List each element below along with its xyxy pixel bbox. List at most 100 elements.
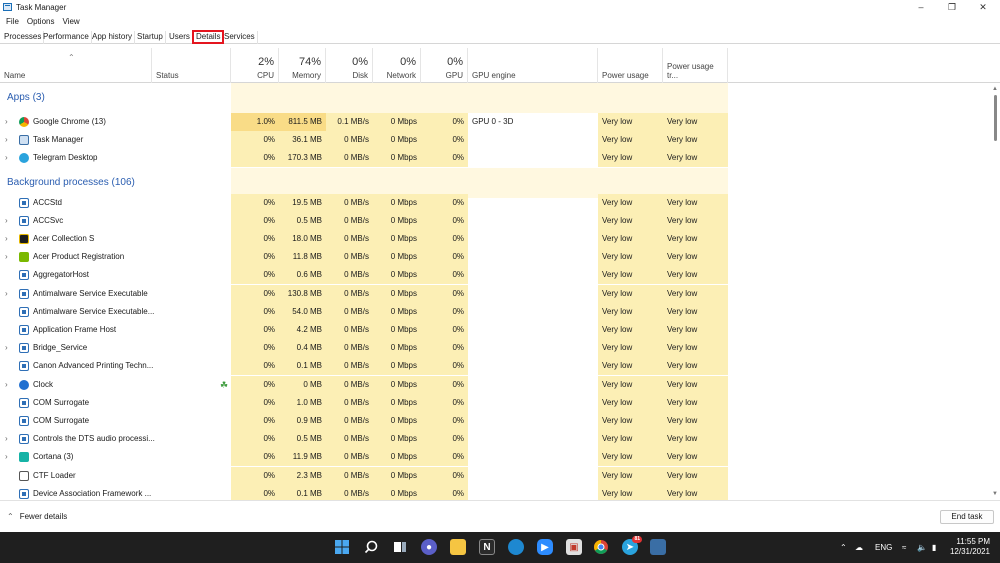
group-header-apps[interactable]: Apps (3) (0, 83, 990, 113)
table-row[interactable]: › Telegram Desktop 0% 170.3 MB 0 MB/s 0 Mbps 0… (0, 149, 990, 168)
power-trend-cell: Very low (663, 430, 728, 449)
menu-view[interactable]: View (62, 17, 79, 26)
battery-icon[interactable]: ▮ (932, 532, 936, 563)
scroll-up-icon[interactable]: ▲ (992, 86, 998, 92)
col-status[interactable]: Status (152, 48, 231, 83)
scroll-down-icon[interactable]: ▼ (992, 491, 998, 497)
menu-options[interactable]: Options (27, 17, 55, 26)
expand-chevron-icon[interactable]: › (5, 248, 8, 266)
gpu-cell: 0% (421, 412, 468, 430)
wifi-icon[interactable]: ≈ (902, 532, 906, 563)
gpu-engine-cell (468, 194, 598, 212)
expand-chevron-icon[interactable]: › (5, 448, 8, 466)
table-row[interactable]: › Task Manager 0% 36.1 MB 0 MB/s 0 Mbps 0% Very… (0, 131, 990, 150)
tab-details[interactable]: Details (192, 30, 225, 44)
start-windows-icon[interactable] (334, 539, 350, 555)
power-usage-cell: Very low (598, 448, 663, 467)
gpu-cell: 0% (421, 266, 468, 285)
gpu-cell: 0% (421, 230, 468, 248)
expand-chevron-icon[interactable]: › (5, 430, 8, 448)
close-button[interactable]: ✕ (968, 0, 998, 14)
expand-chevron-icon[interactable]: › (5, 131, 8, 149)
cloud-icon[interactable]: ☁ (855, 532, 863, 563)
table-row[interactable]: › ACCSvc 0% 0.5 MB 0 MB/s 0 Mbps 0% Very low Ver… (0, 211, 990, 230)
table-row[interactable]: ACCStd 0% 19.5 MB 0 MB/s 0 Mbps 0% Very low Ver… (0, 193, 990, 212)
col-gpu[interactable]: 0% GPU (421, 48, 468, 83)
network-cell: 0 Mbps (373, 412, 421, 430)
telegram-taskbar-icon[interactable]: ➤ 81 (622, 536, 642, 555)
chrome-taskbar-icon[interactable] (593, 539, 609, 555)
process-name: Google Chrome (13) (33, 117, 106, 126)
col-memory[interactable]: 74% Memory (279, 48, 326, 83)
table-row[interactable]: Device Association Framework ... 0% 0.1 MB… (0, 484, 990, 500)
tab-services[interactable]: Services (222, 31, 258, 44)
expand-chevron-icon[interactable]: › (5, 212, 8, 230)
edge-icon[interactable] (508, 539, 524, 555)
tab-users[interactable]: Users (167, 31, 193, 44)
title-bar: Task Manager – ❐ ✕ (0, 0, 1000, 14)
table-row[interactable]: COM Surrogate 0% 0.9 MB 0 MB/s 0 Mbps 0% Very … (0, 412, 990, 430)
table-row[interactable]: Application Frame Host 0% 4.2 MB 0 MB/s 0 Mb… (0, 321, 990, 339)
task-view-icon[interactable] (392, 539, 408, 555)
language-indicator[interactable]: ENG (875, 532, 892, 563)
system-clock[interactable]: 11:55 PM 12/31/2021 (950, 537, 990, 557)
table-row[interactable]: › Cortana (3) 0% 11.9 MB 0 MB/s 0 Mbps 0% Very … (0, 448, 990, 467)
volume-icon[interactable]: 🔈 (917, 532, 927, 563)
fewer-details-link[interactable]: ⌃ Fewer details (7, 512, 67, 521)
expand-chevron-icon[interactable]: › (5, 149, 8, 167)
tab-performance[interactable]: Performance (41, 31, 92, 44)
table-row[interactable]: › Acer Collection S 0% 18.0 MB 0 MB/s 0 Mbps 0… (0, 230, 990, 248)
table-row[interactable]: Antimalware Service Executable... 0% 54.0 … (0, 302, 990, 321)
gpu-engine-cell (468, 376, 598, 394)
show-hidden-icons[interactable]: ⌃ (840, 532, 847, 563)
table-row[interactable]: › Bridge_Service 0% 0.4 MB 0 MB/s 0 Mbps 0% Ver… (0, 339, 990, 358)
col-power-trend-label: Power usage tr... (667, 62, 714, 80)
zoom-icon[interactable]: ▶ (537, 539, 553, 555)
table-row[interactable]: Canon Advanced Printing Techn... 0% 0.1 MB… (0, 357, 990, 376)
process-name: Device Association Framework ... (33, 488, 152, 498)
table-row[interactable]: CTF Loader 0% 2.3 MB 0 MB/s 0 Mbps 0% Very low… (0, 466, 990, 485)
tab-processes[interactable]: Processes (2, 31, 45, 44)
disk-cell: 0 MB/s (326, 466, 373, 485)
table-row[interactable]: › Controls the DTS audio processi... 0% 0.5… (0, 430, 990, 449)
table-row[interactable]: › Google Chrome (13) 1.0% 811.5 MB 0.1 MB/s 0… (0, 113, 990, 131)
power-trend-cell: Very low (663, 321, 728, 339)
disk-total: 0% (352, 56, 368, 68)
scroll-thumb[interactable] (994, 95, 997, 141)
col-power-usage-trend[interactable]: Power usage tr... (663, 48, 728, 83)
col-power-usage[interactable]: Power usage (598, 48, 663, 83)
end-task-button[interactable]: End task (940, 510, 994, 524)
teams-chat-icon[interactable]: ● (421, 539, 437, 555)
col-name[interactable]: Name (0, 48, 152, 83)
gpu-cell: 0% (421, 375, 468, 394)
table-row[interactable]: › Acer Product Registration 0% 11.8 MB 0 MB/… (0, 248, 990, 267)
file-explorer-icon[interactable] (450, 539, 466, 555)
search-icon[interactable] (363, 539, 379, 555)
table-row[interactable]: › Antimalware Service Executable 0% 130.8 M… (0, 284, 990, 303)
network-cell: 0 Mbps (373, 357, 421, 376)
col-disk[interactable]: 0% Disk (326, 48, 373, 83)
col-network[interactable]: 0% Network (373, 48, 421, 83)
expand-chevron-icon[interactable]: › (5, 113, 8, 131)
vertical-scrollbar[interactable]: ▲ ▼ (991, 83, 1000, 500)
tab-app-history[interactable]: App history (90, 31, 136, 44)
table-row[interactable]: › Clock ☘ 0% 0 MB 0 MB/s 0 Mbps 0% Very low Very … (0, 375, 990, 394)
expand-chevron-icon[interactable]: › (5, 376, 8, 394)
table-row[interactable]: AggregatorHost 0% 0.6 MB 0 MB/s 0 Mbps 0% Very… (0, 266, 990, 285)
gpu-cell: 0% (421, 211, 468, 230)
memory-cell: 54.0 MB (279, 302, 326, 321)
expand-chevron-icon[interactable]: › (5, 285, 8, 303)
tab-startup[interactable]: Startup (135, 31, 166, 44)
table-row[interactable]: COM Surrogate 0% 1.0 MB 0 MB/s 0 Mbps 0% Very … (0, 393, 990, 412)
expand-chevron-icon[interactable]: › (5, 230, 8, 248)
task-manager-taskbar-icon[interactable] (650, 539, 666, 555)
office-icon[interactable]: ▣ (566, 539, 582, 555)
expand-chevron-icon[interactable]: › (5, 339, 8, 357)
col-cpu[interactable]: 2% CPU (231, 48, 279, 83)
disk-cell: 0 MB/s (326, 211, 373, 230)
maximize-button[interactable]: ❐ (937, 0, 967, 14)
col-gpu-engine[interactable]: GPU engine (468, 48, 598, 83)
menu-file[interactable]: File (6, 17, 19, 26)
minimize-button[interactable]: – (906, 0, 936, 14)
notion-icon[interactable]: N (479, 539, 495, 555)
